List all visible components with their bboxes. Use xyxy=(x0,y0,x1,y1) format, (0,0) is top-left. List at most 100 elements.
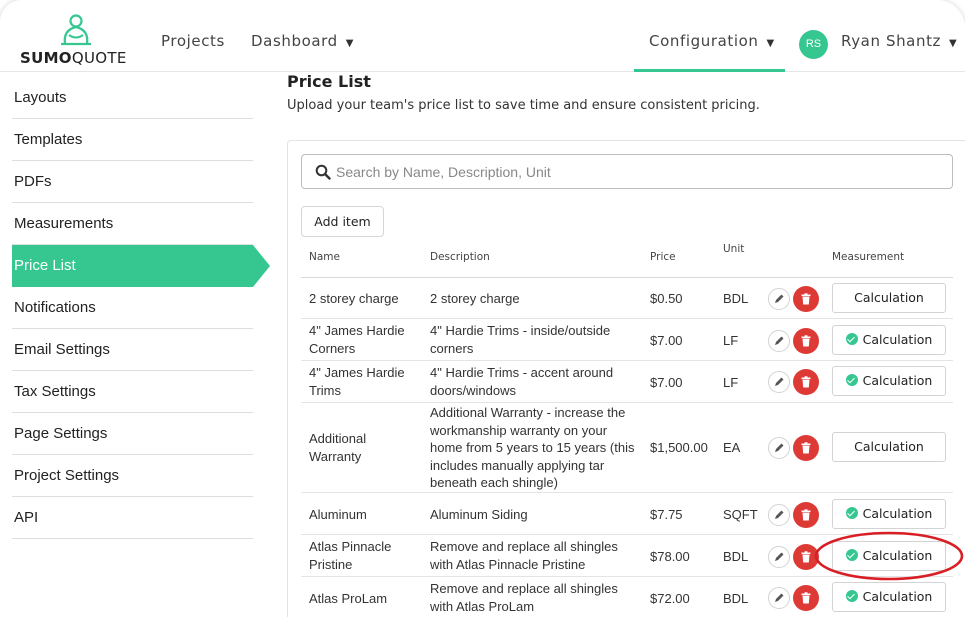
row-price: $72.00 xyxy=(650,591,690,606)
row-name: 4" James Hardie Trims xyxy=(309,365,405,398)
caret-down-icon: ▼ xyxy=(766,38,775,49)
column-header-measurement: Measurement xyxy=(832,251,905,263)
delete-button[interactable] xyxy=(793,544,819,570)
column-header-name: Name xyxy=(309,251,340,263)
row-name: Atlas Pinnacle Pristine xyxy=(309,539,392,572)
delete-button[interactable] xyxy=(793,328,819,354)
caret-down-icon: ▼ xyxy=(949,38,958,49)
row-unit: LF xyxy=(723,333,739,348)
edit-button[interactable] xyxy=(768,587,790,609)
sidebar-item-price-list[interactable]: Price List xyxy=(12,245,270,287)
column-header-price: Price xyxy=(650,251,676,263)
sidebar-item-pdfs[interactable]: PDFs xyxy=(12,161,253,203)
row-unit: EA xyxy=(723,440,741,455)
table-row: Additional Warranty Additional Warranty … xyxy=(301,403,953,493)
pencil-icon xyxy=(775,443,784,452)
delete-button[interactable] xyxy=(793,435,819,461)
top-navbar: SUMOQUOTE Projects Dashboard ▼ Configurat… xyxy=(0,0,965,72)
config-sidebar: Layouts Templates PDFs Measurements Pric… xyxy=(12,77,270,539)
table-row: 4" James Hardie Corners 4" Hardie Trims … xyxy=(301,319,953,361)
delete-button[interactable] xyxy=(793,502,819,528)
user-avatar[interactable]: RS xyxy=(799,30,828,59)
calculation-button[interactable]: Calculation xyxy=(832,432,946,462)
sidebar-item-tax-settings[interactable]: Tax Settings xyxy=(12,371,253,413)
row-name: 2 storey charge xyxy=(309,291,399,306)
column-header-description: Description xyxy=(430,251,490,263)
calculation-button[interactable]: Calculation xyxy=(832,366,946,396)
sidebar-item-measurements[interactable]: Measurements xyxy=(12,203,253,245)
sumo-wrestler-logo-icon xyxy=(61,14,91,46)
row-price: $7.00 xyxy=(650,375,683,390)
user-menu[interactable]: Ryan Shantz ▼ xyxy=(841,32,957,50)
edit-button[interactable] xyxy=(768,504,790,526)
delete-button[interactable] xyxy=(793,369,819,395)
logo-wordmark: SUMOQUOTE xyxy=(20,49,127,67)
nav-active-indicator xyxy=(634,69,785,72)
trash-icon xyxy=(801,442,811,454)
table-row: 2 storey charge 2 storey charge $0.50 BD… xyxy=(301,278,953,319)
calculation-button[interactable]: Calculation xyxy=(832,541,946,571)
calculation-button[interactable]: Calculation xyxy=(832,283,946,313)
sidebar-item-project-settings[interactable]: Project Settings xyxy=(12,455,253,497)
calculation-button[interactable]: Calculation xyxy=(832,582,946,612)
row-unit: BDL xyxy=(723,591,749,606)
row-price: $0.50 xyxy=(650,291,683,306)
sumoquote-logo[interactable]: SUMOQUOTE xyxy=(20,14,130,67)
app-window: SUMOQUOTE Projects Dashboard ▼ Configurat… xyxy=(0,0,965,617)
search-box xyxy=(301,154,953,189)
delete-button[interactable] xyxy=(793,286,819,312)
row-description: Aluminum Siding xyxy=(430,507,528,522)
row-name: 4" James Hardie Corners xyxy=(309,323,405,356)
pencil-icon xyxy=(775,593,784,602)
row-price: $1,500.00 xyxy=(650,440,708,455)
check-circle-icon xyxy=(845,374,858,386)
edit-button[interactable] xyxy=(768,371,790,393)
row-price: $78.00 xyxy=(650,549,690,564)
edit-button[interactable] xyxy=(768,288,790,310)
row-name: Additional Warranty xyxy=(309,431,367,464)
check-circle-icon xyxy=(845,333,858,345)
row-unit: SQFT xyxy=(723,507,758,522)
row-unit: BDL xyxy=(723,291,749,306)
row-name: Aluminum xyxy=(309,507,367,522)
check-circle-icon xyxy=(845,507,858,519)
pencil-icon xyxy=(775,552,784,561)
sidebar-item-api[interactable]: API xyxy=(12,497,253,539)
calculation-button[interactable]: Calculation xyxy=(832,325,946,355)
sidebar-item-email-settings[interactable]: Email Settings xyxy=(12,329,253,371)
table-row: 4" James Hardie Trims 4" Hardie Trims - … xyxy=(301,361,953,403)
edit-button[interactable] xyxy=(768,437,790,459)
row-description: 4" Hardie Trims - accent around doors/wi… xyxy=(430,365,614,398)
calculation-button[interactable]: Calculation xyxy=(832,499,946,529)
trash-icon xyxy=(801,335,811,347)
caret-down-icon: ▼ xyxy=(345,38,355,49)
nav-projects[interactable]: Projects xyxy=(161,32,225,50)
pencil-icon xyxy=(775,377,784,386)
column-header-unit: Unit xyxy=(723,243,745,255)
sidebar-item-templates[interactable]: Templates xyxy=(12,119,253,161)
sidebar-item-layouts[interactable]: Layouts xyxy=(12,77,253,119)
trash-icon xyxy=(801,592,811,604)
row-name: Atlas ProLam xyxy=(309,591,388,606)
nav-configuration[interactable]: Configuration ▼ xyxy=(649,32,775,50)
trash-icon xyxy=(801,376,811,388)
table-row: Atlas ProLam Remove and replace all shin… xyxy=(301,577,953,617)
pencil-icon xyxy=(775,294,784,303)
table-row: Aluminum Aluminum Siding $7.75 SQFT Calc… xyxy=(301,493,953,535)
check-circle-icon xyxy=(845,549,858,561)
edit-button[interactable] xyxy=(768,330,790,352)
search-input[interactable] xyxy=(336,161,936,183)
pencil-icon xyxy=(775,510,784,519)
edit-button[interactable] xyxy=(768,546,790,568)
pencil-icon xyxy=(775,336,784,345)
sidebar-item-page-settings[interactable]: Page Settings xyxy=(12,413,253,455)
sidebar-item-notifications[interactable]: Notifications xyxy=(12,287,253,329)
delete-button[interactable] xyxy=(793,585,819,611)
search-icon xyxy=(315,164,331,180)
add-item-button[interactable]: Add item xyxy=(301,206,384,237)
row-description: Additional Warranty - increase the workm… xyxy=(430,405,635,490)
row-unit: LF xyxy=(723,375,739,390)
row-price: $7.75 xyxy=(650,507,683,522)
trash-icon xyxy=(801,509,811,521)
nav-dashboard[interactable]: Dashboard ▼ xyxy=(251,32,354,50)
